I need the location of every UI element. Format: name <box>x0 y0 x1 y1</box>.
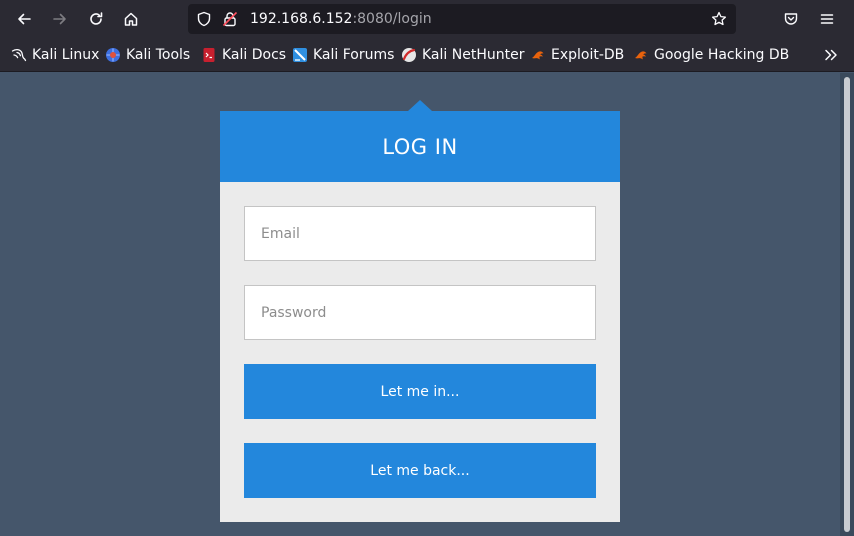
bookmark-label: Exploit-DB <box>551 47 625 63</box>
login-button[interactable]: Let me in... <box>244 364 596 419</box>
bookmark-exploit-db[interactable]: Exploit-DB <box>530 38 624 72</box>
insecure-lock-icon[interactable] <box>222 11 238 27</box>
reload-button[interactable] <box>84 7 108 31</box>
reload-icon <box>90 12 103 25</box>
login-title: LOG IN <box>382 134 458 159</box>
card-arrow <box>408 100 432 111</box>
back-button[interactable] <box>12 7 36 31</box>
scrollbar-thumb[interactable] <box>844 77 850 532</box>
login-card: LOG IN Let me in... Let me back... <box>220 100 620 522</box>
forward-button[interactable] <box>48 7 72 31</box>
url-path: :8080/login <box>352 11 432 27</box>
bookmark-label: Kali Linux <box>32 47 100 63</box>
shield-icon[interactable] <box>196 11 212 27</box>
bookmark-label: Kali Docs <box>222 47 287 63</box>
exploit-db-icon <box>532 51 544 60</box>
email-input[interactable] <box>244 206 596 261</box>
bookmark-kali-linux[interactable]: Kali Linux <box>11 38 99 72</box>
back-link-button[interactable]: Let me back... <box>244 443 596 498</box>
kali-nethunter-icon <box>402 48 416 62</box>
kali-tools-icon <box>106 48 120 62</box>
url-bar[interactable]: 192.168.6.152:8080/login <box>188 4 736 34</box>
bookmark-google-hacking-db[interactable]: Google Hacking DB <box>633 38 789 72</box>
url-text[interactable]: 192.168.6.152:8080/login <box>250 4 432 34</box>
pocket-icon <box>784 13 798 25</box>
bookmark-kali-docs[interactable]: Kali Docs <box>201 38 286 72</box>
browser-toolbar: 192.168.6.152:8080/login <box>0 0 854 38</box>
login-header: LOG IN <box>220 111 620 182</box>
bookmark-label: Kali Tools <box>126 47 191 63</box>
menu-button[interactable] <box>815 7 839 31</box>
kali-forums-icon <box>293 48 307 62</box>
bookmark-kali-nethunter[interactable]: Kali NetHunter <box>401 38 524 72</box>
bookmarks-bar: Kali Linux Kali Tools Kali Docs Kali For… <box>0 38 854 72</box>
bookmark-label: Kali Forums <box>313 47 395 63</box>
star-icon[interactable] <box>711 11 727 27</box>
home-button[interactable] <box>119 7 143 31</box>
bookmark-label: Google Hacking DB <box>654 47 790 63</box>
bookmark-kali-tools[interactable]: Kali Tools <box>105 38 190 72</box>
hamburger-menu-icon <box>820 14 834 24</box>
password-input[interactable] <box>244 285 596 340</box>
home-icon <box>124 12 138 26</box>
url-host: 192.168.6.152 <box>250 11 353 27</box>
kali-dragon-icon <box>11 48 27 62</box>
page-scrollbar[interactable] <box>840 73 854 536</box>
pocket-button[interactable] <box>779 7 803 31</box>
chevron-double-right-icon <box>825 49 837 61</box>
bookmarks-overflow-button[interactable] <box>819 43 843 67</box>
ghdb-icon <box>635 51 647 60</box>
bookmark-label: Kali NetHunter <box>422 47 525 63</box>
kali-docs-icon <box>203 48 215 62</box>
arrow-left-icon <box>18 13 31 25</box>
bookmark-kali-forums[interactable]: Kali Forums <box>292 38 394 72</box>
arrow-right-icon <box>53 13 66 25</box>
